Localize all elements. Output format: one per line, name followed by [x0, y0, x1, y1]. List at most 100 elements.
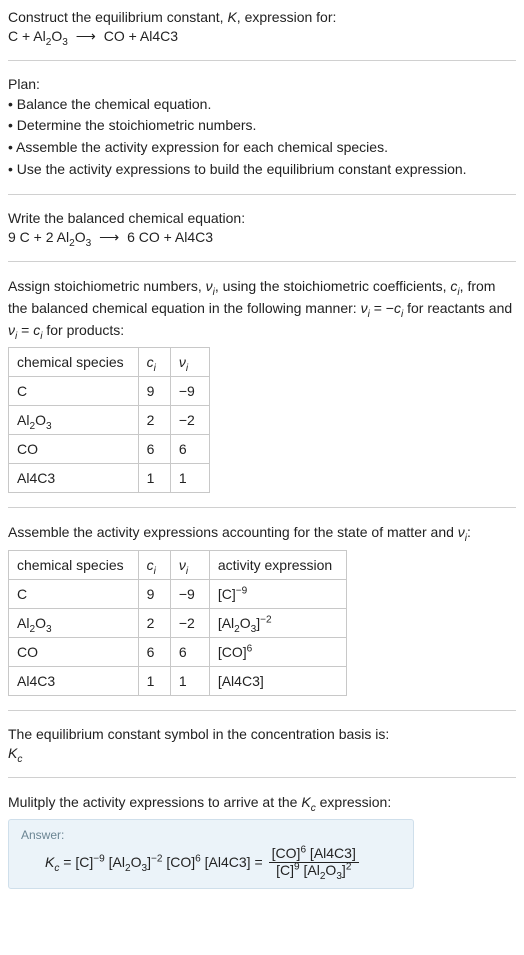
c-sub-i: i — [154, 566, 156, 577]
plan-heading: Plan: — [8, 75, 516, 94]
activity-table: chemical species ci νi activity expressi… — [8, 550, 347, 696]
fraction: [CO]6 [Al4C3] [C]9 [Al2O3]2 — [269, 846, 359, 878]
frag: −2 — [260, 614, 272, 625]
kc-symbol: K — [8, 745, 17, 761]
frag: 2 — [346, 861, 352, 872]
activity-cell: [Al2O3]−2 — [209, 608, 346, 637]
species-cell: Al2O3 — [9, 608, 139, 637]
nu-symbol: ν — [458, 524, 465, 540]
frag: [CO] — [162, 854, 195, 870]
activity-cell: [CO]6 — [209, 637, 346, 666]
fraction-denominator: [C]9 [Al2O3]2 — [273, 863, 354, 878]
frag: O — [131, 854, 142, 870]
col-species: chemical species — [9, 348, 139, 377]
intro-text-a: Construct the equilibrium constant, — [8, 9, 227, 25]
bal-sub2: 3 — [86, 238, 92, 249]
frag: O — [240, 615, 251, 631]
plan-bullet-4: • Use the activity expressions to build … — [8, 159, 516, 181]
nui-cell: 6 — [170, 435, 209, 464]
frag: [Al — [105, 854, 125, 870]
frag: [Al4C3] — [306, 845, 356, 861]
frag: −9 — [93, 854, 105, 865]
answer-label: Answer: — [21, 828, 401, 842]
col-nui: νi — [170, 348, 209, 377]
divider — [8, 507, 516, 508]
divider — [8, 261, 516, 262]
unbalanced-equation: C + Al2O3 ⟶ CO + Al4C3 — [8, 27, 516, 46]
nu-sub-i: i — [186, 363, 188, 374]
frag: 3 — [46, 421, 52, 432]
answer-box: Answer: Kc = [C]−9 [Al2O3]−2 [CO]6 [Al4C… — [8, 819, 414, 889]
frag: [C] — [276, 862, 294, 878]
frag: [C] — [218, 586, 236, 602]
assign-frag: for products: — [42, 322, 124, 338]
frag: [Al — [300, 862, 320, 878]
table-row: Al2O3 2 −2 — [9, 406, 210, 435]
plan-bullet-2: • Determine the stoichiometric numbers. — [8, 115, 516, 137]
col-species: chemical species — [9, 550, 139, 579]
species-cell: Al2O3 — [9, 406, 139, 435]
arrow-icon: ⟶ — [72, 28, 100, 44]
nui-cell: 1 — [170, 666, 209, 695]
nu-symbol: ν — [206, 278, 213, 294]
table-row: CO 6 6 — [9, 435, 210, 464]
multiply-text: Mulitply the activity expressions to arr… — [8, 792, 516, 814]
col-ci: ci — [138, 348, 170, 377]
frag: Assemble the activity expressions accoun… — [8, 524, 458, 540]
frag: [CO] — [272, 845, 301, 861]
table-row: CO 6 6 [CO]6 — [9, 637, 347, 666]
nui-cell: −9 — [170, 579, 209, 608]
nui-cell: 6 — [170, 637, 209, 666]
ci-cell: 2 — [138, 406, 170, 435]
activity-cell: [C]−9 — [209, 579, 346, 608]
species-cell: C — [9, 377, 139, 406]
frag: [Al — [218, 615, 234, 631]
intro-line: Construct the equilibrium constant, K, e… — [8, 8, 516, 27]
assign-frag: , using the stoichiometric coefficients, — [215, 278, 451, 294]
balanced-heading: Write the balanced chemical equation: — [8, 209, 516, 228]
ci-cell: 6 — [138, 435, 170, 464]
table-row: Al4C3 1 1 — [9, 464, 210, 493]
frag: Al — [17, 615, 29, 631]
equals: = — [251, 854, 263, 870]
assign-frag: = − — [370, 300, 394, 316]
species-cell: CO — [9, 435, 139, 464]
species-cell: Al4C3 — [9, 464, 139, 493]
plan-bullet-3: • Assemble the activity expression for e… — [8, 137, 516, 159]
intro-K: K — [227, 9, 236, 25]
frag: [C] — [75, 854, 93, 870]
balanced-equation: 9 C + 2 Al2O3 ⟶ 6 CO + Al4C3 — [8, 228, 516, 247]
species-cell: C — [9, 579, 139, 608]
arrow-icon: ⟶ — [95, 229, 123, 245]
frag: Kc = [C]−9 [Al2O3]−2 [CO]6 [Al4C3] = — [45, 854, 263, 870]
assign-frag: for reactants and — [403, 300, 512, 316]
nui-cell: −2 — [170, 406, 209, 435]
c-sub-i: i — [154, 363, 156, 374]
divider — [8, 710, 516, 711]
bal-lhs1: 9 C + 2 Al — [8, 229, 69, 245]
col-ci: ci — [138, 550, 170, 579]
assign-frag: = — [17, 322, 33, 338]
frag: 3 — [46, 624, 52, 635]
table-row: C 9 −9 [C]−9 — [9, 579, 347, 608]
frag: −9 — [236, 585, 248, 596]
bal-rhs: 6 CO + Al4C3 — [127, 229, 213, 245]
frag: 6 — [247, 643, 253, 654]
table-row: C 9 −9 — [9, 377, 210, 406]
nu-symbol: ν — [8, 322, 15, 338]
frag: Mulitply the activity expressions to arr… — [8, 794, 301, 810]
table-header-row: chemical species ci νi activity expressi… — [9, 550, 347, 579]
ci-cell: 6 — [138, 637, 170, 666]
fraction-numerator: [CO]6 [Al4C3] — [269, 846, 359, 861]
nu-sub-i: i — [186, 566, 188, 577]
col-nui: νi — [170, 550, 209, 579]
ci-cell: 1 — [138, 464, 170, 493]
divider — [8, 777, 516, 778]
symbol-line: The equilibrium constant symbol in the c… — [8, 725, 516, 744]
c-symbol: c — [147, 354, 154, 370]
c-symbol: c — [147, 557, 154, 573]
eq-lhs2: O — [51, 28, 62, 44]
frag: O — [35, 412, 46, 428]
col-activity: activity expression — [209, 550, 346, 579]
intro-text-c: , expression for: — [237, 9, 337, 25]
